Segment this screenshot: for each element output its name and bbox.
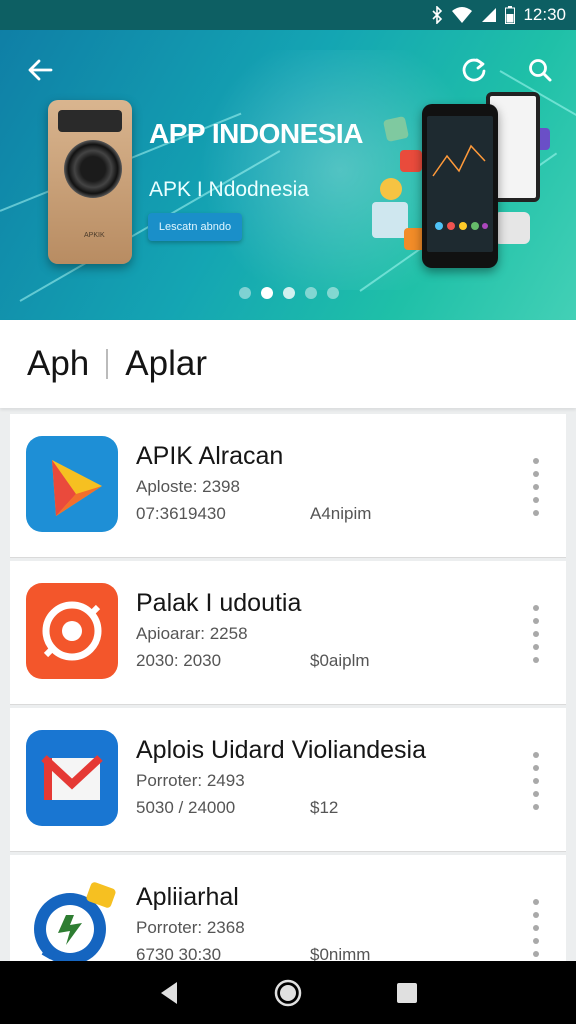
app-meta: $0aiplm: [310, 651, 370, 670]
messenger-icon: [26, 877, 118, 973]
app-tile-icon: [380, 178, 402, 200]
app-meta: Aploste: 2398: [136, 477, 240, 496]
app-tile-icon: [382, 115, 410, 143]
carousel-dot[interactable]: [283, 287, 295, 299]
app-meta: Porroter: 2368: [136, 918, 245, 937]
phone-illustration: [422, 104, 498, 268]
app-tile-icon: [400, 150, 422, 172]
more-options-icon[interactable]: [524, 897, 548, 959]
recents-square-icon[interactable]: [383, 969, 431, 1017]
search-icon[interactable]: [518, 48, 562, 92]
list-item[interactable]: Aplois Uidard Violiandesia Porroter: 249…: [10, 708, 566, 852]
signal-icon: [481, 7, 497, 23]
carousel-indicator: [239, 287, 339, 299]
list-item[interactable]: Palak I udoutia Apioarar: 2258 2030: 203…: [10, 561, 566, 705]
banner-subtitle: APK I Ndodnesia: [149, 178, 309, 201]
banner-cta-button[interactable]: Lescatn abndo: [148, 213, 242, 241]
app-meta: A4nipim: [310, 504, 372, 523]
list-item[interactable]: APIK Alracan Aploste: 2398 07:3619430 A4…: [10, 414, 566, 558]
wifi-icon: [451, 7, 473, 23]
section-tabs: Aph Aplar: [0, 320, 576, 408]
banner-title: APP INDONESIA: [149, 118, 363, 149]
back-arrow-icon[interactable]: [18, 48, 62, 92]
app-meta: 5030 / 24000: [136, 798, 236, 817]
camera-illustration: APKIK: [48, 100, 132, 264]
system-nav-bar: [0, 961, 576, 1024]
app-meta: $12: [310, 798, 339, 817]
play-icon: [26, 436, 118, 532]
more-options-icon[interactable]: [524, 750, 548, 812]
app-name: Apliiarhal: [136, 883, 239, 911]
target-icon: [26, 583, 118, 679]
camera-top: [58, 110, 122, 132]
battery-icon: [505, 6, 516, 24]
hero-banner[interactable]: APKIK APP INDONESIA APK I Ndodnesia Lesc…: [0, 30, 576, 320]
app-name: Palak I udoutia: [136, 589, 302, 617]
app-meta: 2030: 2030: [136, 651, 222, 670]
app-meta: Porroter: 2493: [136, 771, 245, 790]
status-time: 12:30: [523, 5, 566, 24]
tab-aplar[interactable]: Aplar: [125, 344, 207, 384]
more-options-icon[interactable]: [524, 456, 548, 518]
carousel-dot-active[interactable]: [261, 287, 273, 299]
tab-aph[interactable]: Aph: [27, 344, 89, 384]
app-meta: 07:3619430: [136, 504, 226, 523]
app-tile-icon: [372, 202, 408, 238]
bluetooth-icon: [431, 6, 443, 24]
tab-divider: [106, 349, 109, 379]
app-list: APIK Alracan Aploste: 2398 07:3619430 A4…: [10, 414, 566, 1002]
app-name: Aplois Uidard Violiandesia: [136, 736, 426, 764]
mail-icon: [26, 730, 118, 826]
camera-brand: APKIK: [84, 232, 105, 239]
status-bar: 12:30: [0, 0, 576, 30]
home-circle-icon[interactable]: [264, 969, 312, 1017]
carousel-dot[interactable]: [327, 287, 339, 299]
carousel-dot[interactable]: [305, 287, 317, 299]
more-options-icon[interactable]: [524, 603, 548, 665]
camera-lens: [64, 140, 122, 198]
back-triangle-icon[interactable]: [145, 969, 193, 1017]
refresh-icon[interactable]: [452, 48, 496, 92]
app-name: APIK Alracan: [136, 442, 284, 470]
phone-screen: [427, 116, 493, 252]
carousel-dot[interactable]: [239, 287, 251, 299]
app-tile-icon: [494, 212, 530, 244]
app-meta: Apioarar: 2258: [136, 624, 248, 643]
